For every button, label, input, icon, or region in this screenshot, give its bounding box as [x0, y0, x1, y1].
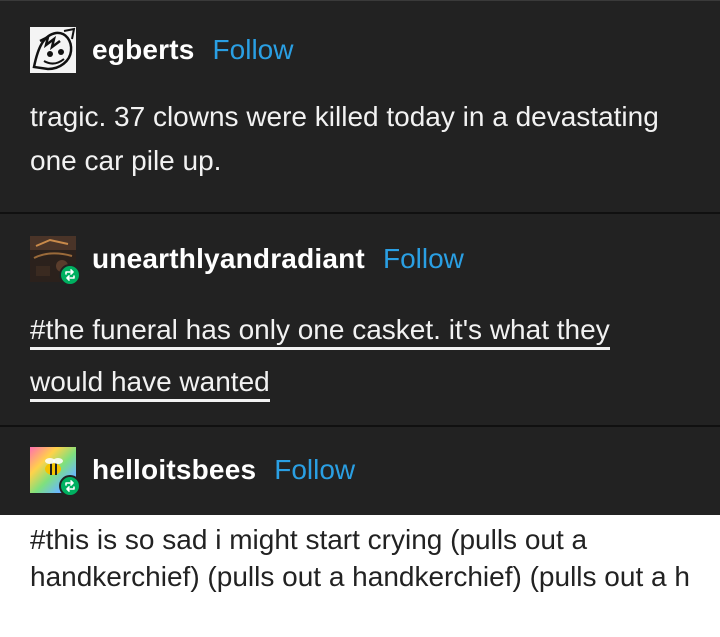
post-body-text: tragic. 37 clowns were killed today in a… — [30, 101, 659, 176]
tags-text: #this is so sad i might start crying (pu… — [30, 524, 690, 592]
follow-button[interactable]: Follow — [274, 454, 355, 486]
post-unearthlyandradiant: unearthlyandradiant Follow #the funeral … — [0, 212, 720, 425]
tag-link[interactable]: #the funeral has only one casket. it's w… — [30, 313, 610, 350]
reblog-tags-card: #this is so sad i might start crying (pu… — [0, 515, 720, 637]
rainbow-bee-avatar-icon[interactable] — [30, 447, 81, 497]
post-egberts: egberts Follow tragic. 37 clowns were ki… — [0, 0, 720, 212]
bw-sketch-avatar-icon[interactable] — [30, 27, 76, 73]
follow-button[interactable]: Follow — [213, 34, 294, 66]
username[interactable]: helloitsbees — [92, 454, 256, 486]
reblog-icon — [59, 475, 81, 497]
tag-link[interactable]: would have wanted — [30, 365, 270, 402]
post-tags: #the funeral has only one casket. it's w… — [30, 308, 690, 412]
reblog-icon — [59, 264, 81, 286]
post-helloitsbees: helloitsbees Follow — [0, 425, 720, 515]
username[interactable]: egberts — [92, 34, 195, 66]
dark-photo-avatar-icon[interactable] — [30, 236, 81, 286]
post-header: egberts Follow — [30, 27, 293, 73]
post-header: unearthlyandradiant Follow — [30, 236, 464, 286]
post-header: helloitsbees Follow — [30, 447, 355, 497]
username[interactable]: unearthlyandradiant — [92, 243, 365, 275]
follow-button[interactable]: Follow — [383, 243, 464, 275]
